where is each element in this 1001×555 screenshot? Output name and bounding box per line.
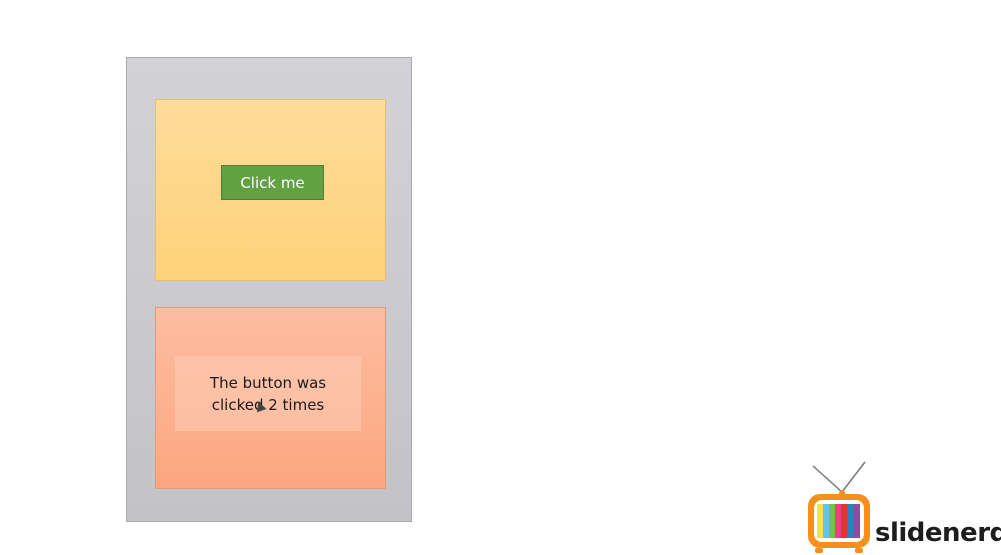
click-count-text: The button was clicked 2 times [209,373,327,414]
slide-canvas: Click me The button was clicked 2 times [0,0,1001,555]
top-panel: Click me [155,99,386,281]
click-me-button[interactable]: Click me [221,165,324,200]
bottom-panel: The button was clicked 2 times [155,307,386,489]
slidenerd-logo: slidenerd [805,460,1001,555]
tv-icon [808,461,870,553]
logo-wordmark: slidenerd [875,518,1001,548]
device-frame: Click me The button was clicked 2 times [126,57,412,522]
result-box: The button was clicked 2 times [175,356,361,431]
